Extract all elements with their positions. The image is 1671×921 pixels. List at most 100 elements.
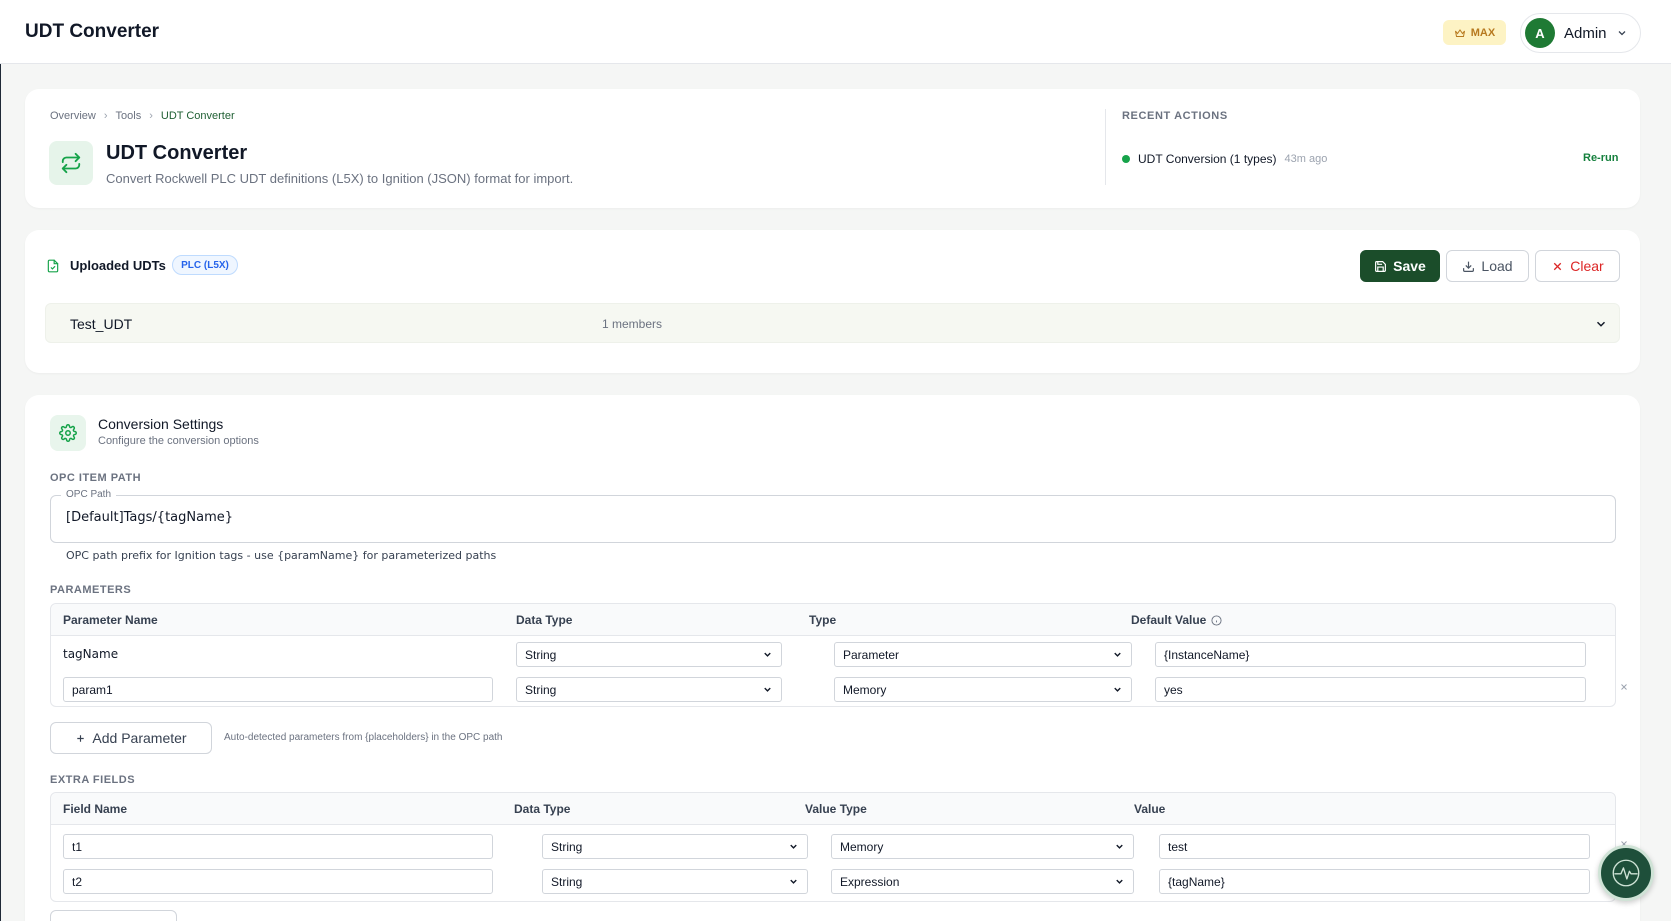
table-row: tagName String Parameter {InstanceName}	[51, 637, 1615, 672]
select-value: String	[551, 874, 583, 889]
chevron-down-icon	[1618, 31, 1625, 36]
breadcrumb: Overview › Tools › UDT Converter	[50, 110, 235, 122]
udt-name: Test_UDT	[70, 316, 133, 332]
user-name: Admin	[1564, 24, 1607, 42]
data-type-select[interactable]: String	[516, 642, 782, 667]
pulse-monitor-icon	[1612, 859, 1640, 887]
chevron-down-icon	[1116, 879, 1123, 884]
divider	[1105, 109, 1106, 185]
recent-action-item: UDT Conversion (1 types) 43m ago	[1122, 152, 1327, 166]
breadcrumb-separator-icon: ›	[149, 110, 153, 122]
data-type-select[interactable]: String	[516, 677, 782, 702]
uploaded-udts-card: Uploaded UDTs PLC (L5X) Save Load Clear …	[25, 230, 1640, 373]
page-description: Convert Rockwell PLC UDT definitions (L5…	[106, 171, 574, 186]
recent-action-time: 43m ago	[1284, 153, 1328, 165]
save-button[interactable]: Save	[1360, 250, 1440, 282]
converter-icon	[49, 141, 93, 185]
page-title: UDT Converter	[106, 142, 248, 164]
app-title: UDT Converter	[25, 21, 160, 42]
file-icon	[47, 259, 59, 273]
chevron-down-icon	[1114, 652, 1121, 657]
value-input[interactable]: {tagName}	[1159, 869, 1590, 894]
user-menu[interactable]: A Admin	[1520, 13, 1641, 53]
chevron-down-icon	[1116, 844, 1123, 849]
param-type-select[interactable]: Parameter	[834, 642, 1132, 667]
column-header: Value	[1134, 802, 1166, 816]
settings-title: Conversion Settings	[98, 416, 224, 432]
extra-fields-table: Field Name Data Type Value Type Value t1…	[50, 792, 1627, 902]
save-icon	[1375, 260, 1387, 272]
select-value: String	[525, 647, 557, 662]
opc-path-label: OPC Path	[61, 489, 117, 500]
column-header: Value Type	[805, 802, 867, 816]
status-dot-icon	[1122, 155, 1130, 163]
select-value: Memory	[840, 839, 884, 854]
settings-subtitle: Configure the conversion options	[98, 435, 259, 447]
info-icon[interactable]	[1211, 614, 1222, 626]
value-type-select[interactable]: Expression	[831, 869, 1134, 894]
header-card: Overview › Tools › UDT Converter UDT Con…	[25, 89, 1640, 208]
load-button[interactable]: Load	[1446, 250, 1529, 282]
input-value: t2	[72, 874, 83, 889]
save-label: Save	[1393, 258, 1426, 274]
breadcrumb-tools[interactable]: Tools	[116, 110, 142, 122]
table-row: t1 String Memory test	[51, 829, 1627, 864]
settings-icon-box	[50, 415, 86, 451]
data-type-select[interactable]: String	[542, 834, 808, 859]
field-name-input[interactable]: t1	[63, 834, 493, 859]
param-name-input[interactable]: param1	[63, 677, 493, 702]
input-value: test	[1168, 839, 1188, 854]
value-type-select[interactable]: Memory	[831, 834, 1134, 859]
assistant-fab[interactable]	[1598, 845, 1654, 901]
column-header: Parameter Name	[63, 613, 158, 627]
select-value: Expression	[840, 874, 900, 889]
clear-button[interactable]: Clear	[1535, 250, 1620, 282]
column-header-label: Default Value	[1131, 613, 1207, 627]
rerun-button[interactable]: Re-run	[1583, 152, 1618, 164]
input-value: param1	[72, 682, 113, 697]
chevron-down-icon	[790, 844, 797, 849]
breadcrumb-separator-icon: ›	[103, 110, 108, 122]
window-edge	[0, 0, 1, 921]
chevron-down-icon	[764, 652, 771, 657]
format-badge: PLC (L5X)	[172, 255, 238, 275]
default-value-input[interactable]: yes	[1155, 677, 1586, 702]
crown-icon	[1454, 28, 1465, 37]
default-value-header: Default Value	[1131, 613, 1222, 627]
select-value: Parameter	[843, 647, 900, 662]
conversion-settings-card: Conversion Settings Configure the conver…	[25, 395, 1640, 921]
udt-member-count: 1 members	[602, 317, 663, 331]
add-parameter-button[interactable]: Add Parameter	[50, 722, 212, 754]
remove-row-icon[interactable]	[1619, 682, 1629, 692]
column-header: Data Type	[514, 802, 571, 816]
param-name-readonly: tagName	[63, 647, 119, 661]
opc-path-field: OPC Path	[50, 489, 1616, 543]
select-value: String	[525, 682, 557, 697]
chevron-down-icon[interactable]	[1594, 317, 1608, 331]
avatar: A	[1525, 18, 1555, 48]
download-icon	[1463, 261, 1475, 272]
breadcrumb-overview[interactable]: Overview	[50, 110, 96, 122]
recent-actions-heading: RECENT ACTIONS	[1122, 110, 1228, 122]
gear-icon	[59, 424, 77, 442]
chevron-down-icon	[1114, 687, 1121, 692]
opc-path-help: OPC path prefix for Ignition tags - use …	[66, 549, 497, 562]
data-type-select[interactable]: String	[542, 869, 808, 894]
param-type-select[interactable]: Memory	[834, 677, 1132, 702]
udt-list-item[interactable]: Test_UDT 1 members	[45, 303, 1620, 343]
close-icon	[1554, 262, 1562, 270]
select-value: Memory	[843, 682, 887, 697]
opc-path-input[interactable]	[66, 510, 1596, 525]
plan-badge-label: MAX	[1470, 26, 1496, 39]
add-parameter-help: Auto-detected parameters from {placehold…	[224, 732, 503, 743]
table-header: Parameter Name Data Type Type Default Va…	[51, 604, 1615, 636]
parameters-table: Parameter Name Data Type Type Default Va…	[50, 603, 1627, 707]
value-input[interactable]: test	[1159, 834, 1590, 859]
add-field-button[interactable]	[50, 910, 177, 921]
default-value-input[interactable]: {InstanceName}	[1155, 642, 1586, 667]
input-value: {tagName}	[1168, 874, 1225, 889]
add-parameter-label: Add Parameter	[92, 730, 187, 746]
uploaded-udts-title: Uploaded UDTs	[70, 258, 166, 273]
field-name-input[interactable]: t2	[63, 869, 493, 894]
parameters-section-label: PARAMETERS	[50, 584, 132, 596]
